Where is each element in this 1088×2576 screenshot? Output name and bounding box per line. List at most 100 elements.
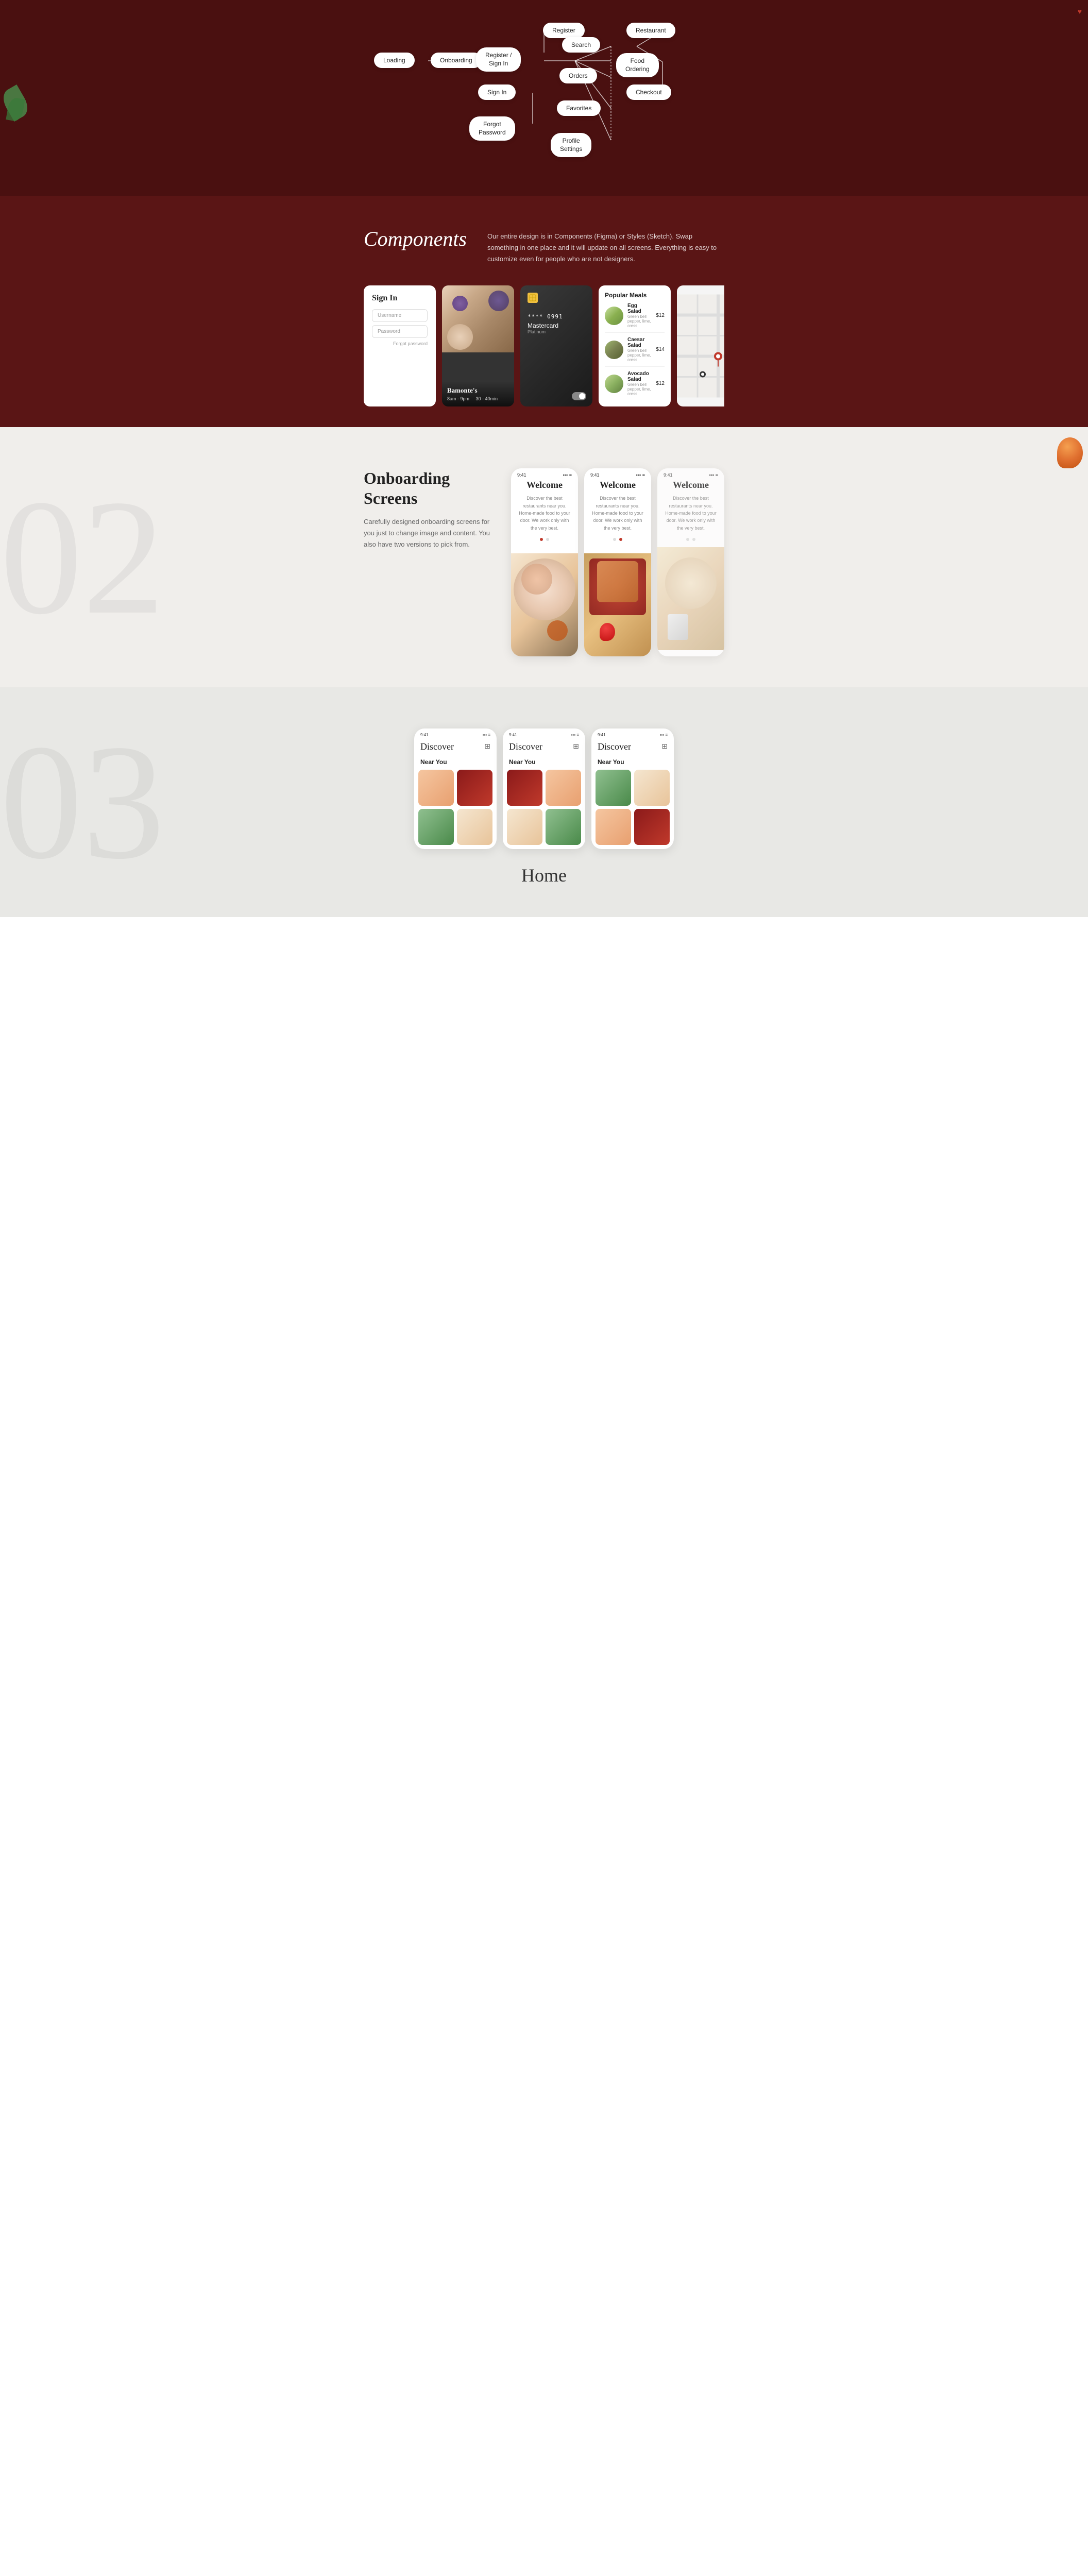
food-card-3-2[interactable]: [634, 770, 670, 806]
food-card-2-4[interactable]: [546, 809, 581, 845]
components-section: Components Our entire design is in Compo…: [0, 196, 1088, 427]
onboarding-section: 0 2 OnboardingScreens Carefully designed…: [0, 427, 1088, 687]
discover-title-1: Discover: [420, 741, 454, 752]
phone-status-3: ▪▪▪ ≡: [709, 472, 718, 478]
food-card-2-3[interactable]: [507, 809, 542, 845]
food-card-3-3[interactable]: [596, 809, 631, 845]
node-sign-in: Sign In: [478, 84, 516, 100]
node-search: Search: [562, 37, 600, 53]
card-tier: Platinum: [528, 329, 585, 334]
phone-food-image-1: [511, 553, 578, 656]
phone-status-1: ▪▪▪ ≡: [563, 472, 572, 478]
node-onboarding: Onboarding: [431, 53, 482, 68]
restaurant-overlay: Bamonte's 8am - 9pm 30 - 40min: [442, 381, 514, 406]
welcome-text-2: Discover the best restaurants near you. …: [590, 495, 645, 532]
node-food-ordering: FoodOrdering: [616, 53, 659, 77]
components-description: Our entire design is in Components (Figm…: [487, 227, 724, 265]
food-card-2-1[interactable]: [507, 770, 542, 806]
meal-desc-3: Green bell pepper, lime, cress: [627, 382, 652, 396]
food-card-1-1[interactable]: [418, 770, 454, 806]
discover-statusbar-2: 9:41 ▪▪▪ ≡: [503, 728, 585, 737]
node-restaurant: Restaurant: [626, 23, 675, 38]
near-you-2: Near You: [503, 756, 585, 770]
food-grid-3: [591, 770, 674, 849]
phone-time-3: 9:41: [664, 472, 673, 478]
restaurant-name: Bamonte's: [447, 386, 509, 395]
meal-name-3: Avocado Salad: [627, 371, 652, 382]
card-chip: [528, 293, 538, 303]
node-checkout: Checkout: [626, 84, 671, 100]
food-card-3-4[interactable]: [634, 809, 670, 845]
map-card: [677, 285, 724, 406]
onboarding-phones: 9:41 ▪▪▪ ≡ Welcome Discover the best res…: [511, 468, 724, 656]
discover-time-2: 9:41: [509, 733, 517, 737]
flow-diagram: Loading Onboarding Register /Sign In Reg…: [364, 21, 724, 165]
discover-title-3: Discover: [598, 741, 631, 752]
meal-item-2: Caesar Salad Green bell pepper, lime, cr…: [605, 337, 665, 367]
password-input[interactable]: Password: [372, 325, 428, 338]
fruit-decoration: [1057, 437, 1088, 479]
discover-time-3: 9:41: [598, 733, 606, 737]
food-grid-2: [503, 770, 585, 849]
welcome-text-1: Discover the best restaurants near you. …: [517, 495, 572, 532]
welcome-title-1: Welcome: [517, 480, 572, 490]
dot-1-active: [540, 538, 543, 541]
dot-1-2: [546, 538, 549, 541]
meal-desc-1: Green bell pepper, lime, cress: [627, 314, 652, 328]
dot-2-active: [619, 538, 622, 541]
food-card-3-1[interactable]: [596, 770, 631, 806]
home-title: Home: [521, 865, 567, 886]
near-you-3: Near You: [591, 756, 674, 770]
meals-card: Popular Meals ♥ Egg Salad Green bell pep…: [599, 285, 671, 406]
discover-phone-3: 9:41 ▪▪▪ ≡ Discover ⊞ Near You: [591, 728, 674, 849]
dots-1: [511, 532, 578, 547]
components-header: Components Our entire design is in Compo…: [364, 227, 724, 265]
food-card-1-3[interactable]: [418, 809, 454, 845]
dot-3-2: [692, 538, 695, 541]
discover-section: 0 3 9:41 ▪▪▪ ≡ Discover ⊞ Near You: [0, 687, 1088, 917]
restaurant-hours: 8am - 9pm: [447, 396, 469, 401]
dots-2: [584, 532, 651, 547]
phone-welcome-1: Welcome Discover the best restaurants ne…: [511, 480, 578, 532]
discover-header-2: Discover ⊞: [503, 737, 585, 756]
food-card-2-2[interactable]: [546, 770, 581, 806]
discover-statusbar-3: 9:41 ▪▪▪ ≡: [591, 728, 674, 737]
onboarding-text: OnboardingScreens Carefully designed onb…: [364, 468, 490, 550]
meal-price-1: $12: [656, 313, 665, 318]
meal-name-1: Egg Salad: [627, 303, 652, 314]
onboarding-title: OnboardingScreens: [364, 468, 490, 508]
meal-price-3: $12: [656, 381, 665, 386]
welcome-title-3: Welcome: [664, 480, 718, 490]
meal-name-2: Caesar Salad: [627, 337, 652, 348]
forgot-link[interactable]: Forgot password: [372, 341, 428, 346]
filter-icon-3[interactable]: ⊞: [661, 742, 668, 751]
filter-icon-2[interactable]: ⊞: [573, 742, 579, 751]
component-cards-row: Sign In Username Password Forgot passwor…: [364, 285, 724, 406]
signin-title: Sign In: [372, 294, 428, 303]
meal-price-2: $14: [656, 347, 665, 352]
restaurant-card: Bamonte's 8am - 9pm 30 - 40min: [442, 285, 514, 406]
card-toggle[interactable]: [572, 392, 586, 400]
discover-phone-1: 9:41 ▪▪▪ ≡ Discover ⊞ Near You: [414, 728, 497, 849]
food-card-1-2[interactable]: [457, 770, 492, 806]
restaurant-info: 8am - 9pm 30 - 40min: [447, 396, 509, 401]
restaurant-delivery: 30 - 40min: [476, 396, 498, 401]
dots-3: [657, 532, 724, 547]
phone-welcome-3: Welcome Discover the best restaurants ne…: [657, 480, 724, 532]
components-title: Components: [364, 227, 456, 251]
credit-card: **** 0991 Mastercard Platinum: [520, 285, 592, 406]
meal-image-avocado: [605, 375, 623, 393]
phone-status-2: ▪▪▪ ≡: [636, 472, 645, 478]
discover-icons-1: ▪▪▪ ≡: [483, 733, 490, 737]
meal-item-3: Avocado Salad Green bell pepper, lime, c…: [605, 371, 665, 400]
discover-phones: 9:41 ▪▪▪ ≡ Discover ⊞ Near You 9:41 ▪▪▪ …: [364, 728, 724, 849]
username-input[interactable]: Username: [372, 309, 428, 322]
discover-icons-3: ▪▪▪ ≡: [660, 733, 668, 737]
food-card-1-4[interactable]: [457, 809, 492, 845]
discover-icons-2: ▪▪▪ ≡: [571, 733, 579, 737]
node-forgot-password: ForgotPassword: [469, 116, 515, 141]
meals-title: Popular Meals: [605, 292, 665, 299]
onboarding-phone-1: 9:41 ▪▪▪ ≡ Welcome Discover the best res…: [511, 468, 578, 656]
filter-icon-1[interactable]: ⊞: [484, 742, 490, 751]
meal-desc-2: Green bell pepper, lime, cress: [627, 348, 652, 362]
